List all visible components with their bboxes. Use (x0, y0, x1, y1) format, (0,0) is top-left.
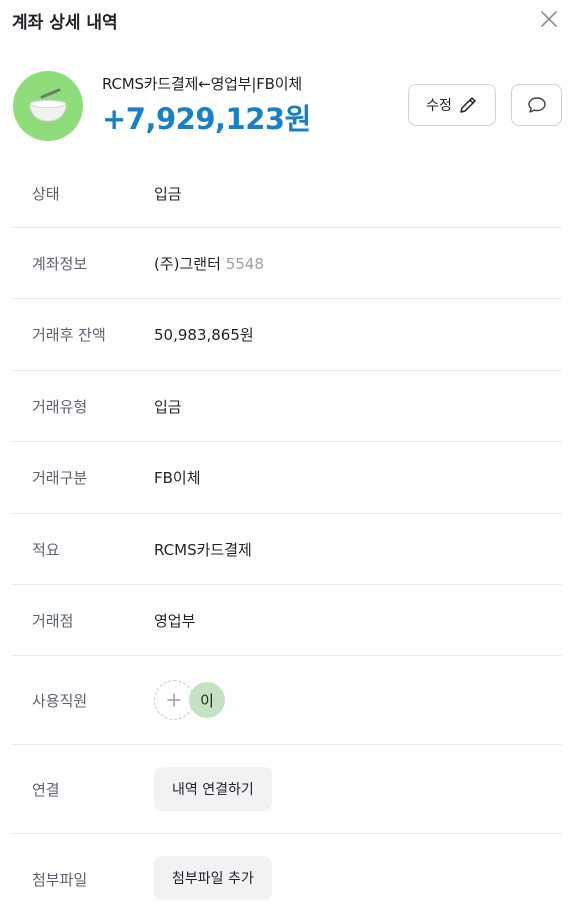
link-label: 연결 (32, 781, 60, 799)
account-value: (주)그랜터 5548 (154, 253, 264, 274)
transaction-amount: +7,929,123원 (102, 102, 311, 136)
category-label: 거래구분 (32, 469, 88, 487)
branch-label: 거래점 (32, 612, 74, 630)
attachment-label: 첨부파일 (32, 871, 88, 889)
add-attachment-button[interactable]: 첨부파일 추가 (154, 856, 272, 900)
employee-label: 사용직원 (32, 692, 88, 710)
comment-button[interactable] (511, 84, 562, 126)
detail-row-balance: 거래후 잔액 50,983,865원 (12, 299, 562, 371)
edit-button[interactable]: 수정 (408, 84, 496, 126)
transaction-summary: RCMS카드결제←영업부|FB이체 +7,929,123원 수정 (12, 70, 564, 142)
detail-row-category: 거래구분 FB이체 (12, 442, 562, 514)
employee-avatar[interactable]: 이 (189, 682, 225, 718)
memo-value: RCMS카드결제 (154, 541, 252, 559)
pencil-icon (460, 97, 476, 113)
plus-icon (167, 693, 181, 707)
panel-header: 계좌 상세 내역 (12, 0, 564, 38)
account-label: 계좌정보 (32, 255, 88, 273)
detail-row-memo: 적요 RCMS카드결제 (12, 514, 562, 585)
link-transaction-button[interactable]: 내역 연결하기 (154, 767, 272, 811)
type-label: 거래유형 (32, 398, 88, 416)
account-name: (주)그랜터 (154, 255, 221, 273)
detail-row-link: 연결 내역 연결하기 (12, 745, 562, 834)
memo-label: 적요 (32, 541, 60, 559)
detail-row-attachment: 첨부파일 첨부파일 추가 (12, 834, 562, 912)
balance-label: 거래후 잔액 (32, 326, 106, 344)
detail-row-branch: 거래점 영업부 (12, 585, 562, 656)
detail-row-type: 거래유형 입금 (12, 371, 562, 442)
type-value: 입금 (154, 398, 182, 416)
status-value: 입금 (154, 185, 182, 203)
transaction-description: RCMS카드결제←영업부|FB이체 (102, 75, 302, 93)
add-employee-button[interactable] (154, 680, 194, 720)
speech-bubble-icon (527, 97, 546, 113)
detail-row-employee: 사용직원 이 (12, 656, 562, 745)
branch-value: 영업부 (154, 612, 196, 630)
detail-row-status: 상태 입금 (12, 157, 562, 228)
close-icon[interactable] (540, 10, 558, 28)
detail-row-account: 계좌정보 (주)그랜터 5548 (12, 228, 562, 299)
account-number: 5548 (225, 255, 264, 273)
status-label: 상태 (32, 185, 60, 203)
edit-button-label: 수정 (426, 98, 452, 114)
bowl-icon (13, 71, 83, 141)
detail-list: 상태 입금 계좌정보 (주)그랜터 5548 거래후 잔액 50,983,865… (12, 157, 562, 912)
employee-selector: 이 (154, 680, 228, 722)
balance-value: 50,983,865원 (154, 326, 254, 344)
panel-title: 계좌 상세 내역 (12, 13, 118, 33)
category-value: FB이체 (154, 469, 201, 487)
